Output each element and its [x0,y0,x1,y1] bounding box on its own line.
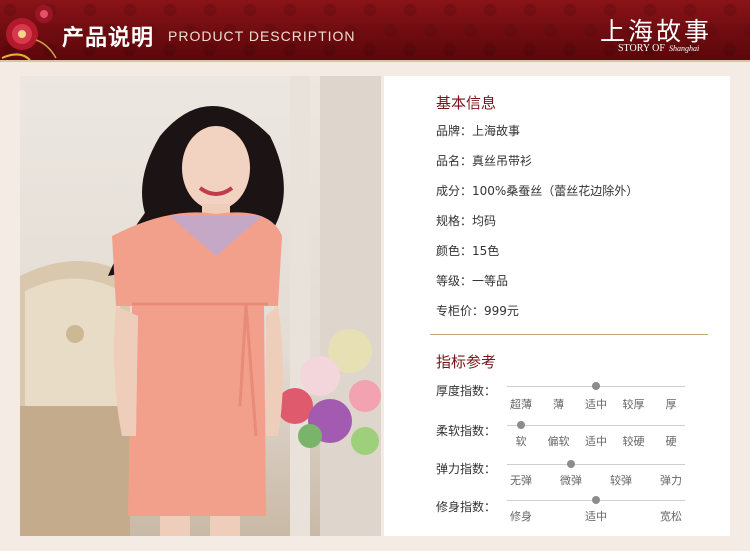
info-row-material: 成分：100%桑蚕丝（蕾丝花边除外） [436,184,639,198]
softness-label: 柔软指数： [436,424,497,438]
info-row-size: 规格：均码 [436,214,497,228]
info-row-colors: 颜色：15色 [436,244,500,258]
thickness-scale [507,382,685,390]
info-row-brand: 品牌：上海故事 [436,124,521,138]
info-row-grade: 等级：一等品 [436,274,509,288]
fit-option: 修身 [510,510,532,523]
product-info-card: 基本信息 品牌：上海故事 品名：真丝吊带衫 成分：100%桑蚕丝（蕾丝花边除外）… [384,76,730,536]
section-title-en: PRODUCT DESCRIPTION [168,28,356,44]
product-photo [20,76,381,536]
brand-logo-en: STORY OF Shanghai [618,43,699,54]
fit-option: 适中 [585,510,607,523]
thickness-option: 薄 [553,398,564,411]
softness-option: 软 [515,435,527,448]
brand-logo-en-text: STORY OF [618,43,665,54]
flower-icon [1,5,57,60]
thickness-label: 厚度指数： [436,384,497,398]
softness-option: 偏软 [547,435,570,448]
info-row-price: 专柜价：999元 [436,304,519,318]
softness-option: 适中 [585,435,607,448]
thickness-option: 厚 [665,398,677,411]
info-row-product-name: 品名：真丝吊带衫 [436,154,533,168]
thickness-option: 超薄 [510,398,532,411]
softness-option: 较硬 [622,435,645,448]
fit-label: 修身指数： [436,500,497,514]
elasticity-marker [567,460,575,468]
section-title-cn: 产品说明 [62,26,155,51]
softness-marker [517,421,525,429]
header-banner: 产品说明 PRODUCT DESCRIPTION 上海故事 STORY OF Sh… [0,0,750,62]
elasticity-option: 弹力 [660,474,682,487]
fit-option: 宽松 [660,510,682,523]
elasticity-option: 微弹 [560,474,582,487]
softness-option: 硬 [665,435,677,448]
thickness-option: 适中 [585,398,607,411]
thickness-option: 较厚 [622,398,645,411]
indicators-title: 指标参考 [436,353,497,371]
section-divider [430,334,708,335]
fit-marker [592,496,600,504]
brand-logo-en-script: Shanghai [668,44,700,53]
elasticity-scale [507,460,685,468]
elasticity-option: 较弹 [610,474,632,487]
elasticity-option: 无弹 [510,474,532,487]
thickness-marker [592,382,600,390]
model-illustration [20,76,381,536]
elasticity-label: 弹力指数： [436,462,497,476]
fit-scale [507,496,685,504]
softness-scale [507,421,685,429]
basic-info-title: 基本信息 [436,94,497,112]
